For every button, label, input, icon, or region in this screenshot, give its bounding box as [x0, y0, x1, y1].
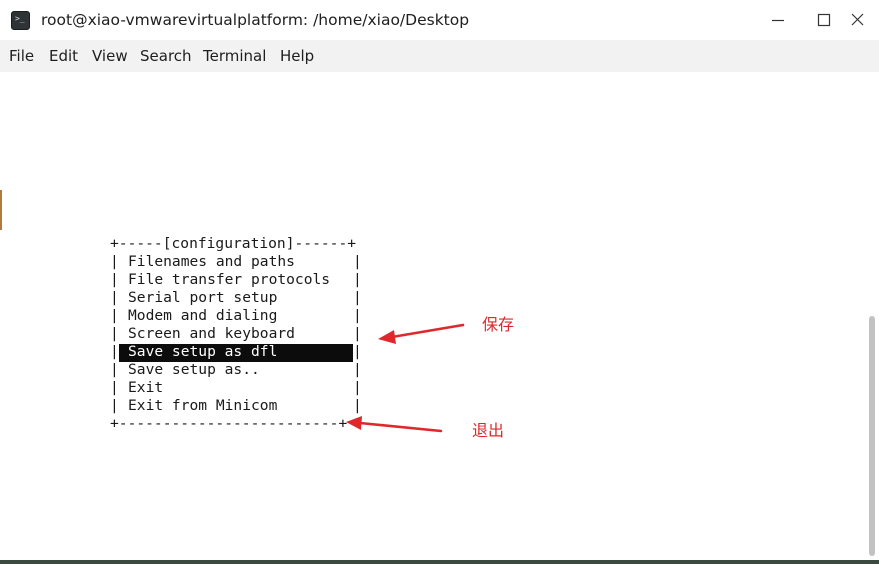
- menu-border-right: |: [353, 379, 362, 396]
- menu-view[interactable]: View: [92, 46, 128, 66]
- menu-border-right: |: [353, 397, 362, 414]
- menu-file[interactable]: File: [9, 46, 34, 66]
- config-menu-bottom-border: +-------------------------+: [110, 415, 348, 432]
- menu-border-left: |: [110, 289, 119, 306]
- menu-border-right: |: [353, 361, 362, 378]
- menu-entry-modem-and-dialing[interactable]: Modem and dialing: [128, 307, 277, 325]
- menu-border-left: |: [110, 253, 119, 270]
- terminal-app-icon: >_: [11, 11, 30, 30]
- close-button[interactable]: [845, 8, 871, 32]
- terminal-scrollbar[interactable]: [866, 72, 879, 560]
- close-icon: [851, 13, 864, 26]
- menu-border-left: |: [110, 325, 119, 342]
- menu-entry-screen-and-keyboard[interactable]: Screen and keyboard: [128, 325, 295, 343]
- menu-border-left: |: [110, 397, 119, 414]
- menu-entry-file-transfer-protocols[interactable]: File transfer protocols: [128, 271, 330, 289]
- annotation-save-label: 保存: [482, 315, 515, 334]
- menu-border-right: |: [353, 307, 362, 324]
- menu-border-left: |: [110, 379, 119, 396]
- menu-border-left: |: [110, 343, 119, 360]
- menu-bar: File Edit View Search Terminal Help: [0, 40, 879, 72]
- menu-border-right: |: [353, 253, 362, 270]
- menu-entry-serial-port-setup[interactable]: Serial port setup: [128, 289, 277, 307]
- menu-edit[interactable]: Edit: [49, 46, 78, 66]
- annotation-exit-label: 退出: [472, 421, 505, 440]
- menu-help[interactable]: Help: [280, 46, 314, 66]
- window-title: root@xiao-vmwarevirtualplatform: /home/x…: [41, 11, 470, 29]
- maximize-button[interactable]: [811, 8, 837, 32]
- menu-entry-save-setup-as[interactable]: Save setup as..: [128, 361, 260, 379]
- config-menu-top-border: +-----[configuration]------+: [110, 235, 357, 252]
- menu-border-left: |: [110, 361, 119, 378]
- minimize-icon: [772, 19, 784, 22]
- desktop-edge-bottom: [0, 560, 879, 564]
- menu-border-right: |: [353, 289, 362, 306]
- menu-border-right: |: [353, 343, 362, 360]
- terminal-app-icon-glyph: >_: [15, 14, 25, 23]
- menu-entry-exit[interactable]: Exit: [128, 379, 163, 397]
- title-bar[interactable]: >_ root@xiao-vmwarevirtualplatform: /hom…: [0, 0, 879, 40]
- menu-entry-save-setup-as-dfl[interactable]: Save setup as dfl: [128, 343, 277, 361]
- maximize-icon: [817, 13, 831, 27]
- menu-entry-filenames-and-paths[interactable]: Filenames and paths: [128, 253, 295, 271]
- menu-border-left: |: [110, 307, 119, 324]
- menu-entry-exit-from-minicom[interactable]: Exit from Minicom: [128, 397, 277, 415]
- desktop-edge-left: [0, 190, 2, 230]
- scrollbar-thumb[interactable]: [869, 316, 875, 556]
- menu-border-left: |: [110, 271, 119, 288]
- menu-border-right: |: [353, 271, 362, 288]
- menu-terminal[interactable]: Terminal: [203, 46, 266, 66]
- menu-search[interactable]: Search: [140, 46, 192, 66]
- minimize-button[interactable]: [768, 8, 794, 32]
- menu-border-right: |: [353, 325, 362, 342]
- terminal-window: >_ root@xiao-vmwarevirtualplatform: /hom…: [0, 0, 879, 564]
